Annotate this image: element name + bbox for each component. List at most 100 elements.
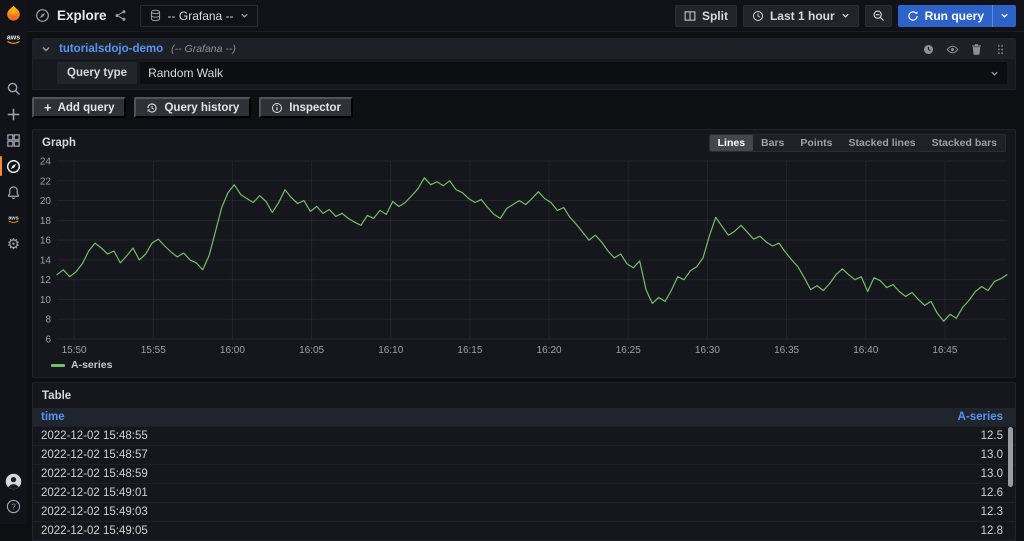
eye-icon[interactable] bbox=[946, 43, 959, 56]
graph-panel-title: Graph bbox=[42, 137, 76, 149]
graph-mode-points[interactable]: Points bbox=[792, 135, 840, 151]
table-row: 2022-12-02 15:48:59 13.0 bbox=[33, 464, 1015, 483]
avatar[interactable] bbox=[5, 473, 22, 490]
plus-icon bbox=[6, 107, 21, 122]
x-axis-label: 16:25 bbox=[616, 345, 641, 356]
legend-swatch bbox=[51, 364, 65, 367]
drag-handle-icon[interactable] bbox=[994, 43, 1007, 56]
query-name[interactable]: tutorialsdojo-demo bbox=[59, 43, 163, 55]
cell-time: 2022-12-02 15:48:59 bbox=[41, 468, 148, 480]
y-axis-label: 20 bbox=[40, 196, 52, 207]
sidebar: aws bbox=[0, 0, 27, 524]
aws-logo-icon: aws bbox=[6, 211, 21, 226]
sidebar-item-explore[interactable] bbox=[0, 153, 27, 179]
svg-text:?: ? bbox=[11, 502, 16, 511]
sidebar-nav: aws ⚙ bbox=[0, 75, 27, 257]
inspector-label: Inspector bbox=[289, 102, 341, 114]
gear-icon: ⚙ bbox=[7, 237, 20, 252]
help-icon[interactable]: ? bbox=[6, 499, 21, 514]
clock-icon bbox=[752, 10, 764, 22]
x-axis-label: 15:50 bbox=[62, 345, 87, 356]
inspector-button[interactable]: Inspector bbox=[259, 97, 353, 118]
datasource-picker[interactable]: -- Grafana -- bbox=[140, 5, 258, 27]
cell-value: 13.0 bbox=[981, 468, 1003, 480]
run-query-label: Run query bbox=[925, 9, 984, 23]
graph-chart[interactable]: 24222018161412108615:5015:5516:0016:0516… bbox=[35, 155, 1015, 359]
y-axis-label: 16 bbox=[40, 236, 52, 247]
graph-mode-toggle: LinesBarsPointsStacked linesStacked bars bbox=[709, 134, 1006, 152]
explore-compass-icon bbox=[35, 8, 50, 23]
x-axis-label: 16:30 bbox=[695, 345, 720, 356]
sidebar-item-dashboards[interactable] bbox=[0, 127, 27, 153]
y-axis-label: 24 bbox=[40, 157, 52, 168]
column-header-time[interactable]: time bbox=[41, 411, 65, 423]
top-bar: Explore -- Grafana -- Spli bbox=[27, 0, 1024, 32]
table-row: 2022-12-02 15:48:5512.5 bbox=[33, 426, 1015, 445]
run-query-button[interactable]: Run query bbox=[898, 5, 1016, 27]
y-axis-label: 10 bbox=[40, 295, 52, 306]
query-row-actions bbox=[922, 43, 1007, 56]
table-panel-title: Table bbox=[42, 390, 71, 402]
plus-icon: + bbox=[44, 100, 52, 115]
graph-panel-header: Graph LinesBarsPointsStacked linesStacke… bbox=[33, 130, 1015, 155]
cell-value: 12.6 bbox=[981, 487, 1003, 499]
legend-label: A-series bbox=[71, 359, 112, 371]
graph-mode-bars[interactable]: Bars bbox=[753, 135, 792, 151]
graph-mode-stacked-bars[interactable]: Stacked bars bbox=[924, 135, 1005, 151]
query-toolbar: + Add query Query history Inspector bbox=[32, 97, 1016, 118]
grafana-logo-icon[interactable] bbox=[4, 4, 23, 23]
query-history-clock-icon[interactable] bbox=[922, 43, 935, 56]
x-axis-label: 16:20 bbox=[537, 345, 562, 356]
table-panel: Table time A-series 2022-12-02 15:48:551… bbox=[32, 382, 1016, 541]
y-axis-label: 22 bbox=[40, 176, 52, 187]
datasource-value: -- Grafana -- bbox=[168, 9, 234, 23]
bell-icon bbox=[6, 185, 21, 200]
x-axis-label: 16:00 bbox=[220, 345, 245, 356]
run-query-dropdown[interactable] bbox=[993, 11, 1016, 20]
table-panel-header: Table bbox=[33, 383, 1015, 408]
search-icon bbox=[6, 81, 21, 96]
x-axis-label: 16:40 bbox=[853, 345, 878, 356]
trash-icon[interactable] bbox=[970, 43, 983, 56]
cell-time: 2022-12-02 15:49:01 bbox=[41, 487, 148, 499]
share-icon[interactable] bbox=[114, 9, 127, 22]
split-button[interactable]: Split bbox=[675, 5, 737, 27]
time-range-picker[interactable]: Last 1 hour bbox=[743, 5, 859, 27]
graph-panel: Graph LinesBarsPointsStacked linesStacke… bbox=[32, 129, 1016, 378]
sidebar-item-search[interactable] bbox=[0, 75, 27, 101]
graph-mode-lines[interactable]: Lines bbox=[710, 135, 753, 151]
time-range-label: Last 1 hour bbox=[770, 9, 835, 23]
chevron-down-icon bbox=[990, 69, 999, 78]
query-history-button[interactable]: Query history bbox=[134, 97, 251, 118]
history-icon bbox=[146, 102, 158, 114]
sidebar-item-settings[interactable]: ⚙ bbox=[0, 231, 27, 257]
sidebar-item-create[interactable] bbox=[0, 101, 27, 127]
query-type-label: Query type bbox=[57, 62, 137, 84]
graph-chart-wrap: 24222018161412108615:5015:5516:0016:0516… bbox=[33, 155, 1015, 359]
cell-value: 13.0 bbox=[981, 449, 1003, 461]
add-query-button[interactable]: + Add query bbox=[32, 97, 126, 118]
sidebar-item-alerting[interactable] bbox=[0, 179, 27, 205]
query-row-header[interactable]: tutorialsdojo-demo (-- Grafana --) bbox=[33, 39, 1015, 59]
zoom-out-button[interactable] bbox=[865, 5, 892, 27]
query-type-select[interactable]: Random Walk bbox=[140, 62, 1007, 84]
sidebar-bottom: ? bbox=[5, 473, 22, 524]
query-type-value: Random Walk bbox=[148, 66, 223, 80]
cell-time: 2022-12-02 15:49:03 bbox=[41, 506, 148, 518]
column-header-a-series[interactable]: A-series bbox=[958, 411, 1003, 423]
graph-legend[interactable]: A-series bbox=[33, 359, 1015, 377]
x-axis-label: 16:45 bbox=[932, 345, 957, 356]
query-datasource-hint: (-- Grafana --) bbox=[171, 43, 236, 55]
page-title: Explore bbox=[57, 8, 107, 23]
query-history-label: Query history bbox=[164, 102, 239, 114]
y-axis-label: 12 bbox=[40, 275, 52, 286]
graph-mode-stacked-lines[interactable]: Stacked lines bbox=[841, 135, 924, 151]
sidebar-item-aws-cloudwatch[interactable]: aws bbox=[0, 205, 27, 231]
table-scrollbar-thumb[interactable] bbox=[1008, 427, 1013, 487]
collapse-chevron-icon[interactable] bbox=[41, 44, 51, 54]
explore-content: tutorialsdojo-demo (-- Grafana --) bbox=[27, 32, 1024, 524]
cell-time: 2022-12-02 15:49:05 bbox=[41, 525, 148, 537]
query-editor-body: Query type Random Walk bbox=[33, 59, 1015, 89]
aws-logo-icon[interactable]: aws bbox=[4, 32, 23, 45]
info-icon bbox=[271, 102, 283, 114]
